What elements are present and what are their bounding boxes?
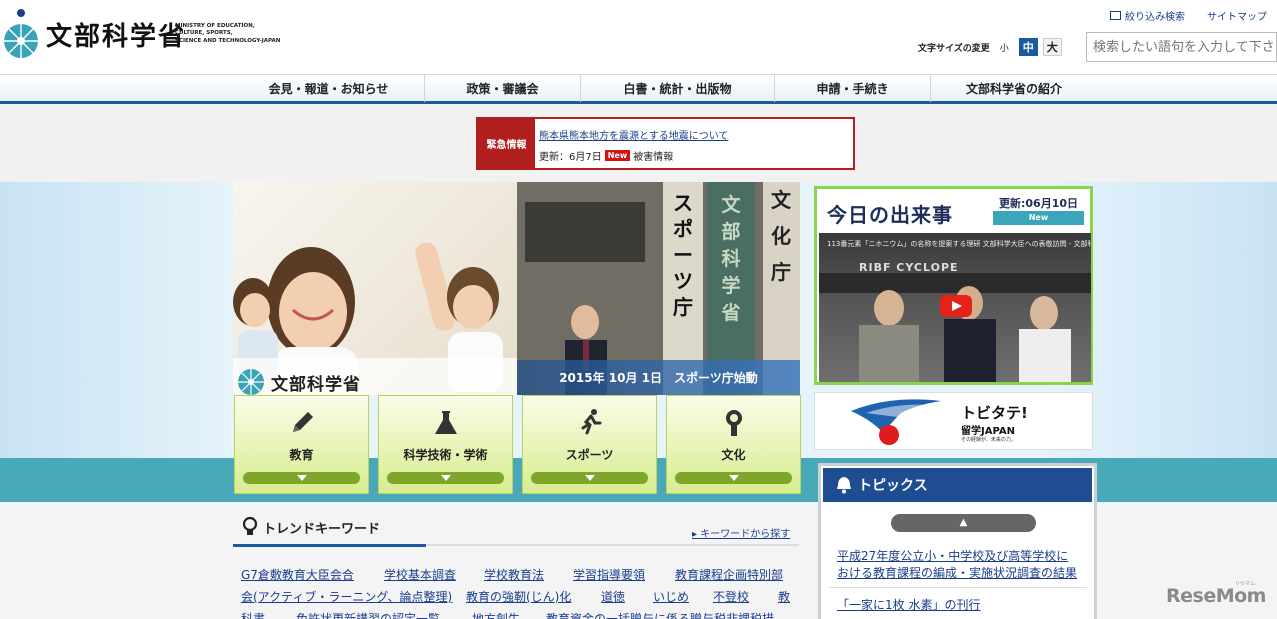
emergency-label: 緊急情報 <box>478 119 535 168</box>
keyword-link[interactable]: 免許状更新講習の認定一覧 <box>296 610 440 619</box>
pencil-icon <box>292 412 313 432</box>
site-title[interactable]: 文部科学省 <box>46 16 186 53</box>
keyword-link[interactable]: 教育課程企画特別部 <box>675 566 783 583</box>
keyword-link[interactable]: 科書 <box>241 610 265 619</box>
today-title: 今日の出来事 <box>827 203 953 227</box>
today-updated: 更新:06月10日 <box>998 197 1078 210</box>
font-size-small-button[interactable]: 小 <box>994 38 1014 56</box>
chevron-down-icon <box>387 472 504 484</box>
font-size-control: 文字サイズの変更 小 中 大 <box>918 38 1062 56</box>
topics-scroll-up-button[interactable]: ▲ <box>891 514 1036 532</box>
font-size-large-button[interactable]: 大 <box>1042 38 1062 56</box>
emergency-update-text: 被害情報 <box>633 152 674 163</box>
video-banner: RIBF CYCLOPE <box>859 261 959 274</box>
play-icon[interactable] <box>940 295 972 317</box>
nav-item-press[interactable]: 会見・報道・お知らせ <box>233 75 425 102</box>
category-label: スポーツ <box>565 448 614 462</box>
category-culture[interactable]: 文化 <box>666 395 801 494</box>
category-education[interactable]: 教育 <box>234 395 369 494</box>
medal-icon <box>725 410 742 436</box>
keyword-link[interactable]: G7倉敷教育大臣会合 <box>241 566 354 583</box>
keyword-link[interactable]: 教育の強靭(じん)化 <box>466 588 571 605</box>
keyword-link[interactable]: 道徳 <box>601 588 625 605</box>
divider-accent <box>233 544 426 547</box>
keyword-link[interactable]: 不登校 <box>713 588 749 605</box>
site-subtitle-line: MINISTRY OF EDUCATION, <box>175 23 255 29</box>
video-player[interactable]: 113番元素「ニホニウム」の名称を提案する理研 文部科学大臣への表敬訪問 - 文… <box>819 233 1091 382</box>
mext-logo-icon[interactable] <box>2 8 40 60</box>
divider <box>829 587 1087 588</box>
font-size-label: 文字サイズの変更 <box>918 43 990 54</box>
keyword-link[interactable]: 会(アクティブ・ラーニング、論点整理) <box>241 588 452 605</box>
site-subtitle: MINISTRY OF EDUCATION, CULTURE, SPORTS, … <box>175 23 295 45</box>
page: 文部科学省 MINISTRY OF EDUCATION, CULTURE, SP… <box>0 0 1277 619</box>
tobitate-subtitle: 留学JAPAN <box>961 426 1015 437</box>
topics-panel: トピックス ▲ 平成27年度公立小・中学校及び高等学校における教育課程の編成・実… <box>818 463 1097 619</box>
global-nav: 会見・報道・お知らせ 政策・審議会 白書・統計・出版物 申請・手続き 文部科学省… <box>0 74 1277 104</box>
tobitate-title: トビタテ! <box>961 404 1028 422</box>
keyword-link[interactable]: 教 <box>778 588 790 605</box>
bell-icon <box>837 477 851 494</box>
site-subtitle-line: SCIENCE AND TECHNOLOGY-JAPAN <box>175 37 281 44</box>
nav-item-applications[interactable]: 申請・手続き <box>775 75 931 102</box>
keyword-search-link[interactable]: ▸ キーワードから探す <box>692 525 790 540</box>
sign-mext: 文部科学省 <box>721 194 741 324</box>
today-events-panel: 今日の出来事 更新:06月10日 New 113番元素「ニホニウム」の名称を提案… <box>814 186 1093 385</box>
topics-item-link[interactable]: 平成27年度公立小・中学校及び高等学校における教育課程の編成・実施状況調査の結果 <box>837 548 1077 582</box>
bird-logo-icon <box>851 399 941 445</box>
keyword-link[interactable]: いじめ <box>653 588 689 605</box>
tobitate-tagline: その経験が、未来の力。 <box>961 437 1016 443</box>
new-badge: New <box>993 211 1084 225</box>
trend-header: トレンドキーワード <box>241 516 380 538</box>
sign-sports-agency: スポーツ庁 <box>673 191 693 319</box>
lightbulb-icon <box>242 516 258 535</box>
resemom-watermark: ReseMom <box>1166 585 1266 607</box>
flask-icon <box>434 411 457 434</box>
tobitate-banner[interactable]: トビタテ! 留学JAPAN その経験が、未来の力。 <box>814 392 1093 450</box>
keyword-search-label: キーワードから探す <box>700 529 791 540</box>
hero-caption-text: 文部科学省 <box>271 374 361 395</box>
runner-icon <box>581 409 601 435</box>
chevron-down-icon <box>675 472 792 484</box>
keyword-link[interactable]: 学校教育法 <box>484 566 544 583</box>
new-badge: New <box>604 150 631 161</box>
video-title: 113番元素「ニホニウム」の名称を提案する理研 文部科学大臣への表敬訪問 - 文… <box>827 240 1091 248</box>
emergency-notice: 緊急情報 熊本県熊本地方を震源とする地震について 更新：6月7日 New 被害情… <box>476 117 855 170</box>
utility-links: 絞り込み検索 サイトマップ <box>1110 8 1267 23</box>
sign-culture-agency: 文化庁 <box>771 188 791 284</box>
trend-title: トレンドキーワード <box>263 521 381 537</box>
emergency-update: 更新：6月7日 New 被害情報 <box>539 148 673 163</box>
chevron-down-icon <box>531 472 648 484</box>
nav-item-policy[interactable]: 政策・審議会 <box>425 75 581 102</box>
topics-title: トピックス <box>858 478 928 494</box>
keyword-link[interactable]: 学習指導要領 <box>573 566 645 583</box>
font-size-medium-button[interactable]: 中 <box>1018 38 1038 56</box>
filter-search-label: 絞り込み検索 <box>1125 12 1185 23</box>
category-label: 教育 <box>289 448 314 462</box>
category-label: 文化 <box>721 448 746 462</box>
topics-header: トピックス <box>823 468 1092 502</box>
filter-search-link[interactable]: 絞り込み検索 <box>1110 8 1185 23</box>
category-science[interactable]: 科学技術・学術 <box>378 395 513 494</box>
hero-caption-logo: 文部科学省 <box>237 368 361 396</box>
emergency-link[interactable]: 熊本県熊本地方を震源とする地震について <box>539 127 728 142</box>
keyword-link[interactable]: 地方創生 <box>472 610 520 619</box>
nav-item-about[interactable]: 文部科学省の紹介 <box>931 75 1097 102</box>
filter-search-icon <box>1110 11 1121 20</box>
emergency-update-date: 更新：6月7日 <box>539 152 602 163</box>
chevron-down-icon <box>243 472 360 484</box>
search-input[interactable] <box>1086 32 1277 62</box>
hero-caption-sports: 2015年 10月 1日 スポーツ庁始動 <box>517 360 800 395</box>
mext-logo-small-icon <box>238 369 264 395</box>
sitemap-link[interactable]: サイトマップ <box>1207 8 1267 23</box>
topics-item-link[interactable]: 「一家に1枚 水素」の刊行 <box>837 597 1077 614</box>
resemom-watermark-sub: リセマム <box>1235 581 1256 587</box>
keyword-link[interactable]: 教育資金の一括贈与に係る贈与税非課税措 <box>546 610 774 619</box>
nav-item-publications[interactable]: 白書・統計・出版物 <box>581 75 775 102</box>
site-subtitle-line: CULTURE, SPORTS, <box>175 30 233 37</box>
keyword-link[interactable]: 学校基本調査 <box>384 566 456 583</box>
category-label: 科学技術・学術 <box>403 448 488 462</box>
category-sports[interactable]: スポーツ <box>522 395 657 494</box>
site-header: 文部科学省 MINISTRY OF EDUCATION, CULTURE, SP… <box>0 0 1277 76</box>
